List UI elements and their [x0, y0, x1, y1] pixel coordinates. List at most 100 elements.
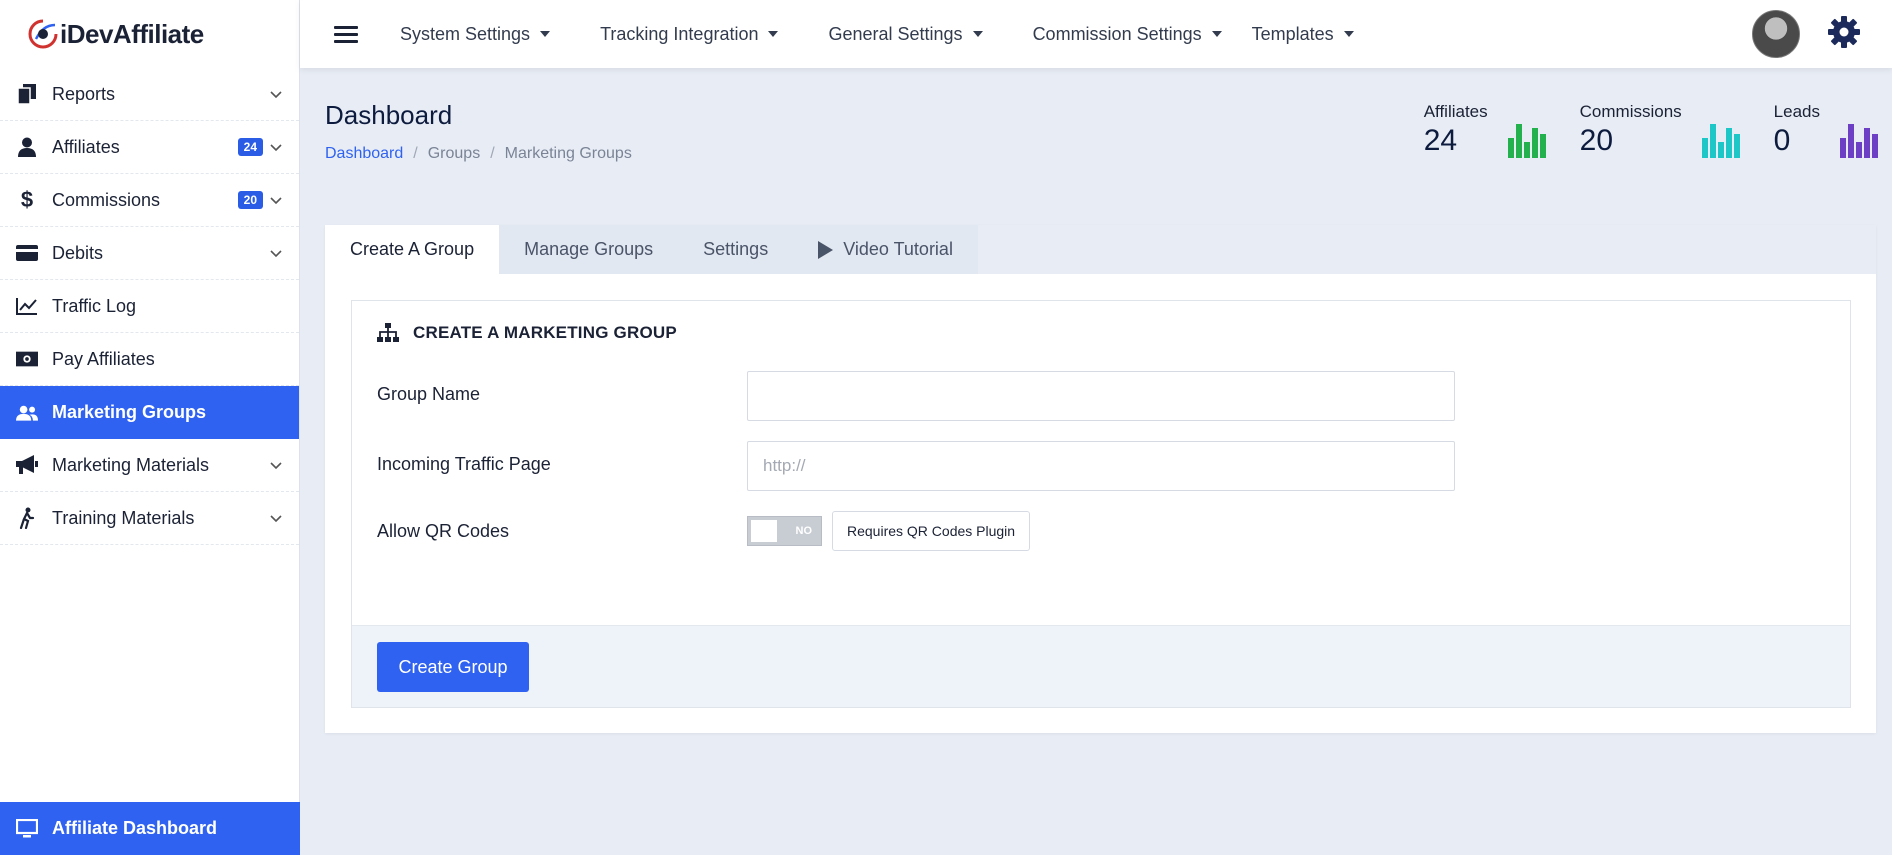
- top-menu: System Settings Tracking Integration Gen…: [400, 24, 1404, 45]
- sidebar-item-label: Commissions: [52, 189, 161, 210]
- bar-chart-icon: [1840, 124, 1878, 158]
- menu-templates[interactable]: Templates: [1252, 24, 1354, 45]
- sidebar-item-reports[interactable]: Reports: [0, 68, 299, 121]
- sidebar-item-label: Marketing Groups: [52, 402, 207, 422]
- sidebar-item-label: Reports: [52, 83, 116, 104]
- gear-icon[interactable]: [1828, 16, 1860, 48]
- caret-down-icon: [768, 31, 779, 37]
- breadcrumb-marketing-groups: Marketing Groups: [504, 145, 632, 162]
- sitemap-icon: [377, 323, 399, 342]
- bar-chart-icon: [1507, 124, 1546, 158]
- user-icon: [16, 136, 38, 158]
- sidebar-item-affiliates[interactable]: Affiliates 24: [0, 121, 299, 174]
- breadcrumb-dashboard[interactable]: Dashboard: [325, 145, 403, 163]
- breadcrumb-separator: /: [413, 145, 418, 162]
- stat-label: Leads: [1773, 102, 1820, 121]
- play-icon: [818, 240, 834, 259]
- sidebar-item-label: Affiliates: [52, 136, 120, 157]
- topbar: System Settings Tracking Integration Gen…: [300, 0, 1892, 68]
- sidebar-item-marketing-materials[interactable]: Marketing Materials: [0, 439, 299, 492]
- traffic-page-row: Incoming Traffic Page: [377, 441, 1455, 491]
- bar-chart-icon: [1701, 124, 1740, 158]
- group-name-row: Group Name: [377, 371, 1455, 421]
- caret-down-icon: [1343, 31, 1354, 37]
- menu-toggle-icon[interactable]: [334, 22, 358, 47]
- money-icon: [16, 348, 38, 370]
- menu-tracking-integration[interactable]: Tracking Integration: [600, 23, 779, 45]
- count-badge: 24: [237, 138, 263, 156]
- card-icon: [16, 242, 38, 264]
- group-name-input[interactable]: [747, 371, 1455, 421]
- sidebar-item-marketing-groups[interactable]: Marketing Groups: [0, 386, 299, 439]
- group-name-label: Group Name: [377, 383, 481, 404]
- breadcrumb-separator: /: [490, 145, 495, 162]
- stat-affiliates: Affiliates 24: [1424, 102, 1546, 158]
- sidebar-item-traffic-log[interactable]: Traffic Log: [0, 280, 299, 333]
- breadcrumb: Dashboard / Groups / Marketing Groups: [325, 145, 632, 163]
- reports-icon: [16, 83, 38, 105]
- qr-codes-label: Allow QR Codes: [377, 520, 510, 541]
- menu-label: General Settings: [828, 23, 963, 44]
- create-group-panel: CREATE A MARKETING GROUP Group Name Inco…: [351, 300, 1851, 708]
- monitor-icon: [16, 818, 38, 837]
- chevron-down-icon: [270, 462, 282, 470]
- stats-summary: Affiliates 24 Commissions 20 Leads 0: [1390, 102, 1878, 158]
- brand-name: iDevAffiliate: [60, 18, 204, 49]
- chart-line-icon: [16, 295, 38, 317]
- sidebar-item-label: Training Materials: [52, 507, 195, 528]
- menu-label: Tracking Integration: [600, 23, 759, 44]
- menu-commission-settings[interactable]: Commission Settings: [1033, 24, 1222, 45]
- sidebar-item-pay-affiliates[interactable]: Pay Affiliates: [0, 333, 299, 386]
- caret-down-icon: [1211, 31, 1222, 37]
- stat-value: 20: [1579, 124, 1614, 157]
- stat-label: Commissions: [1579, 102, 1682, 121]
- traffic-page-label: Incoming Traffic Page: [377, 453, 551, 474]
- create-group-button[interactable]: Create Group: [377, 642, 529, 692]
- brand-logo-icon: [28, 19, 58, 49]
- sidebar: iDevAffiliate Reports Affiliates 24 $ Co…: [0, 0, 300, 855]
- tab-settings[interactable]: Settings: [678, 225, 794, 274]
- tab-bar: Create A Group Manage Groups Settings Vi…: [325, 225, 1876, 274]
- tab-bar-fill: [977, 225, 1876, 274]
- sidebar-item-label: Debits: [52, 242, 104, 263]
- qr-plugin-note[interactable]: Requires QR Codes Plugin: [832, 511, 1031, 551]
- traffic-page-input[interactable]: [747, 441, 1455, 491]
- avatar[interactable]: [1752, 10, 1800, 58]
- stat-commissions: Commissions 20: [1580, 102, 1740, 158]
- affiliate-dashboard-label: Affiliate Dashboard: [52, 818, 218, 838]
- chevron-down-icon: [270, 250, 282, 258]
- chevron-down-icon: [270, 91, 282, 99]
- sidebar-item-commissions[interactable]: $ Commissions 20: [0, 174, 299, 227]
- sidebar-item-training-materials[interactable]: Training Materials: [0, 492, 299, 545]
- count-badge: 20: [237, 191, 263, 209]
- tab-label: Video Tutorial: [843, 239, 953, 259]
- chevron-down-icon: [270, 197, 282, 205]
- stat-value: 24: [1423, 124, 1458, 157]
- chevron-down-icon: [270, 515, 282, 523]
- sidebar-item-label: Traffic Log: [52, 295, 137, 316]
- menu-label: Commission Settings: [1032, 23, 1202, 44]
- chevron-down-icon: [270, 144, 282, 152]
- toggle-knob: [751, 520, 777, 542]
- affiliate-dashboard-button[interactable]: Affiliate Dashboard: [0, 802, 300, 855]
- toggle-state: NO: [795, 525, 813, 537]
- sidebar-nav: Reports Affiliates 24 $ Commissions 20 D…: [0, 68, 299, 545]
- qr-codes-toggle[interactable]: NO: [747, 516, 822, 546]
- brand-logo[interactable]: iDevAffiliate: [0, 0, 299, 68]
- menu-system-settings[interactable]: System Settings: [400, 23, 551, 45]
- page-title: Dashboard: [325, 100, 453, 130]
- tab-video-tutorial[interactable]: Video Tutorial: [793, 225, 978, 274]
- panel-title: CREATE A MARKETING GROUP: [413, 323, 677, 342]
- menu-general-settings[interactable]: General Settings: [828, 23, 983, 45]
- panel-footer: Create Group: [352, 625, 1850, 707]
- sidebar-item-debits[interactable]: Debits: [0, 227, 299, 280]
- users-icon: [16, 402, 38, 424]
- tab-manage-groups[interactable]: Manage Groups: [499, 225, 679, 274]
- tab-create-group[interactable]: Create A Group: [325, 225, 500, 274]
- dollar-icon: $: [20, 187, 34, 212]
- walking-icon: [16, 507, 38, 529]
- stat-leads: Leads 0: [1774, 102, 1878, 158]
- caret-down-icon: [972, 31, 983, 37]
- sidebar-item-label: Marketing Materials: [52, 454, 210, 475]
- menu-label: System Settings: [400, 23, 531, 44]
